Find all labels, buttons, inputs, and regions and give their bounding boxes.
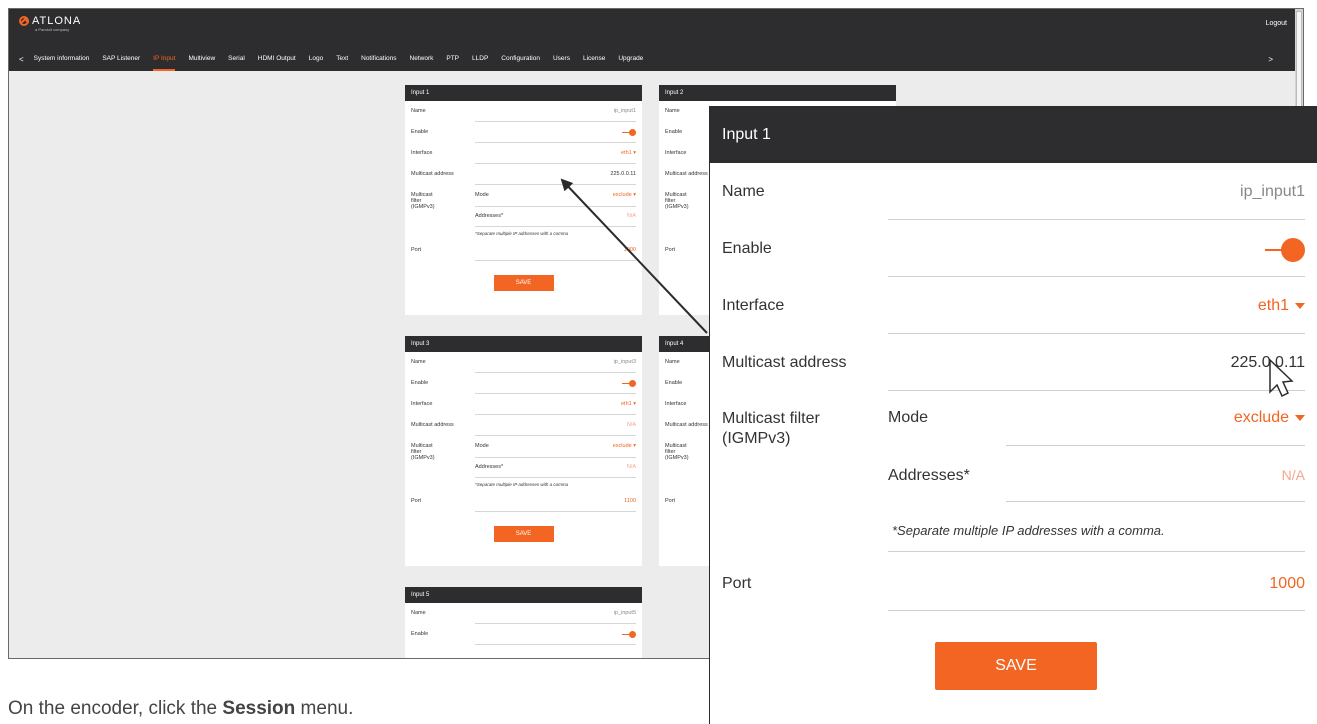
instruction-caption: On the encoder, click the Session menu. — [8, 698, 353, 720]
caption-text-before: On the encoder, click the — [8, 698, 223, 719]
caption-bold-text: Session — [222, 698, 296, 719]
callout-arrow — [560, 178, 708, 334]
caption-text-after: menu. — [295, 698, 354, 719]
cursor-icon — [1269, 358, 1294, 398]
callout-overlay — [560, 178, 1294, 398]
